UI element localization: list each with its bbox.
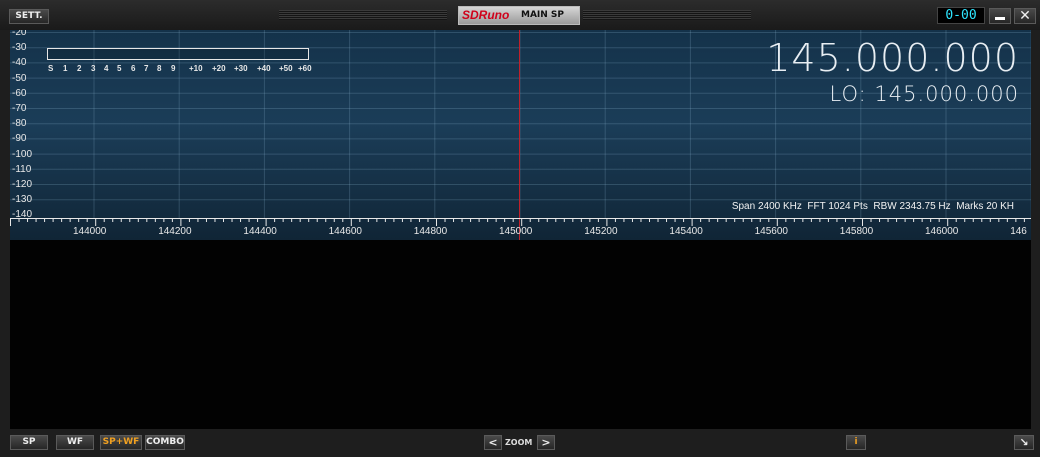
frequency-axis-label: 145600 xyxy=(754,226,788,237)
sp-wf-mode-button[interactable]: SP+WF xyxy=(100,435,142,450)
frequency-axis-label: 145800 xyxy=(839,226,874,237)
window-title-plate: SDRuno MAIN SP xyxy=(458,6,580,25)
minimize-button[interactable] xyxy=(989,8,1011,24)
frequency-axis-label: 146000 xyxy=(925,226,959,237)
settings-button[interactable]: SETT. xyxy=(9,9,49,24)
drag-grip-left[interactable] xyxy=(279,10,447,20)
clock-display: 0-00 xyxy=(937,7,985,24)
zoom-in-button[interactable]: > xyxy=(537,435,555,450)
waterfall-display[interactable] xyxy=(10,240,1031,429)
window-title: MAIN SP xyxy=(521,10,565,20)
info-button[interactable]: i xyxy=(846,435,866,450)
frequency-axis-label: 144200 xyxy=(158,226,192,237)
spectrum-info-text: Span 2400 KHz FFT 1024 Pts RBW 2343.75 H… xyxy=(731,201,1014,212)
sdruno-logo: SDRuno xyxy=(462,8,510,22)
frequency-axis-label: 145400 xyxy=(669,226,703,237)
frequency-axis-label: 144400 xyxy=(243,226,277,237)
wf-mode-button[interactable]: WF xyxy=(56,435,94,450)
frequency-axis-label: 146 xyxy=(1010,226,1027,237)
minimize-icon xyxy=(995,17,1005,20)
combo-mode-button[interactable]: COMBO xyxy=(145,435,185,450)
bottom-toolbar: SP WF SP+WF COMBO < ZOOM > i ↘ xyxy=(0,429,1040,457)
frequency-axis-label: 144800 xyxy=(413,226,448,237)
spectrum-display[interactable]: -20 -30 -40 -50 -60 -70 -80 -90 -100 -110 -120 -130… xyxy=(10,30,1031,240)
sp-mode-button[interactable]: SP xyxy=(10,435,48,450)
frequency-axis-label: 144600 xyxy=(328,226,362,237)
title-bar[interactable]: SETT. SDRuno MAIN SP 0-00 ✕ xyxy=(0,0,1040,30)
frequency-axis-label: 145200 xyxy=(584,226,618,237)
zoom-out-button[interactable]: < xyxy=(484,435,502,450)
frequency-axis-label: 145000 xyxy=(499,226,533,237)
close-button[interactable]: ✕ xyxy=(1014,8,1036,24)
sdruno-main-sp-window: SETT. SDRuno MAIN SP 0-00 ✕ -20 -30 -40 -50… xyxy=(0,0,1040,457)
zoom-label: ZOOM xyxy=(505,438,533,447)
frequency-axis-label: 144000 xyxy=(73,226,107,237)
drag-grip-right[interactable] xyxy=(583,10,751,20)
close-icon: ✕ xyxy=(1019,8,1031,24)
resize-icon[interactable]: ↘ xyxy=(1014,435,1034,450)
